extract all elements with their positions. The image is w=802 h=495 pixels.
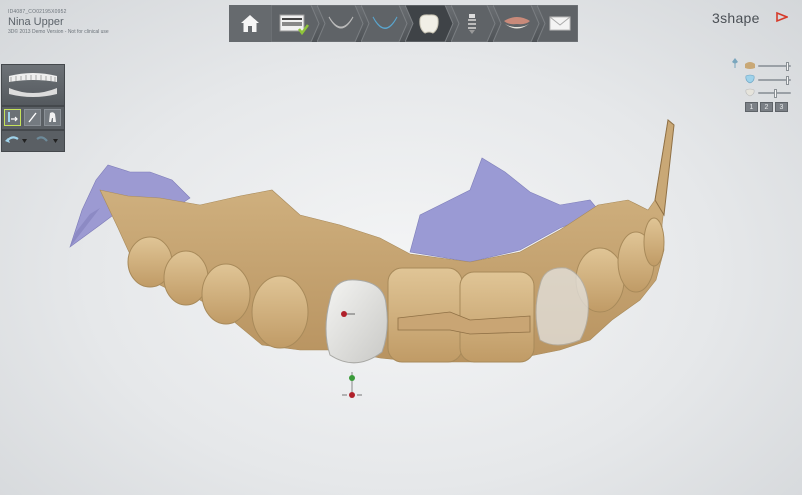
dental-3d-viewport[interactable]: [0, 0, 802, 495]
gizmo-green-handle[interactable]: [349, 375, 355, 381]
gizmo-red-handle[interactable]: [349, 392, 355, 398]
crown-restoration[interactable]: [325, 279, 388, 364]
crown-restoration-transparent[interactable]: [535, 267, 589, 346]
